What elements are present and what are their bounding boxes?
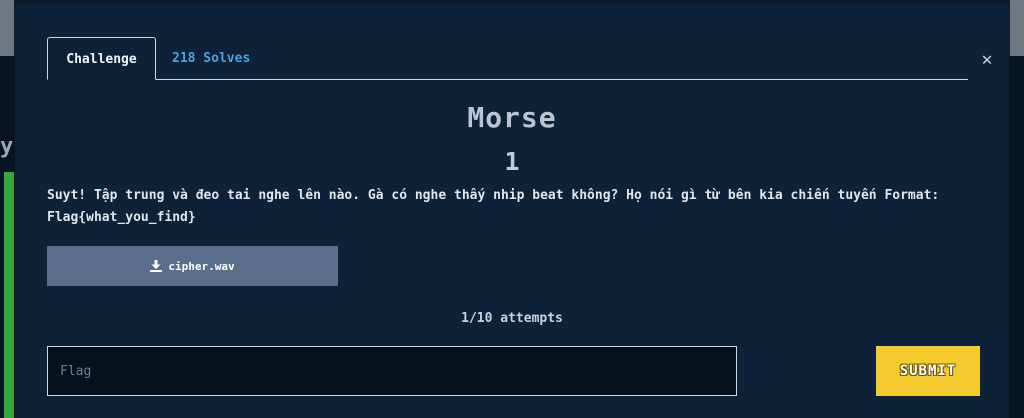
attempts-counter: 1/10 attempts <box>461 311 563 326</box>
close-icon[interactable]: ✕ <box>976 49 998 71</box>
challenge-modal: ✕ Challenge 218 Solves Morse 1 Suyt! Tập… <box>15 5 1009 418</box>
challenge-value: 1 <box>504 147 520 176</box>
tab-challenge[interactable]: Challenge <box>47 37 156 80</box>
download-icon <box>150 260 163 272</box>
description-line-1: Suyt! Tập trung và đeo tai nghe lên nào.… <box>47 188 940 203</box>
tab-solves[interactable]: 218 Solves <box>172 37 250 78</box>
background-green-bar <box>4 172 14 418</box>
file-name: cipher.wav <box>168 259 235 273</box>
download-file-button[interactable]: cipher.wav <box>47 246 338 286</box>
challenge-name: Morse <box>467 101 557 134</box>
submit-button[interactable]: SUBMIT <box>876 346 980 396</box>
flag-input[interactable] <box>47 346 737 396</box>
background-heading-fragment: y <box>0 134 14 159</box>
challenge-description: Suyt! Tập trung và đeo tai nghe lên nào.… <box>47 185 947 229</box>
modal-tabs: Challenge 218 Solves <box>47 37 968 80</box>
description-line-2: Flag{what_you_find} <box>47 210 196 225</box>
